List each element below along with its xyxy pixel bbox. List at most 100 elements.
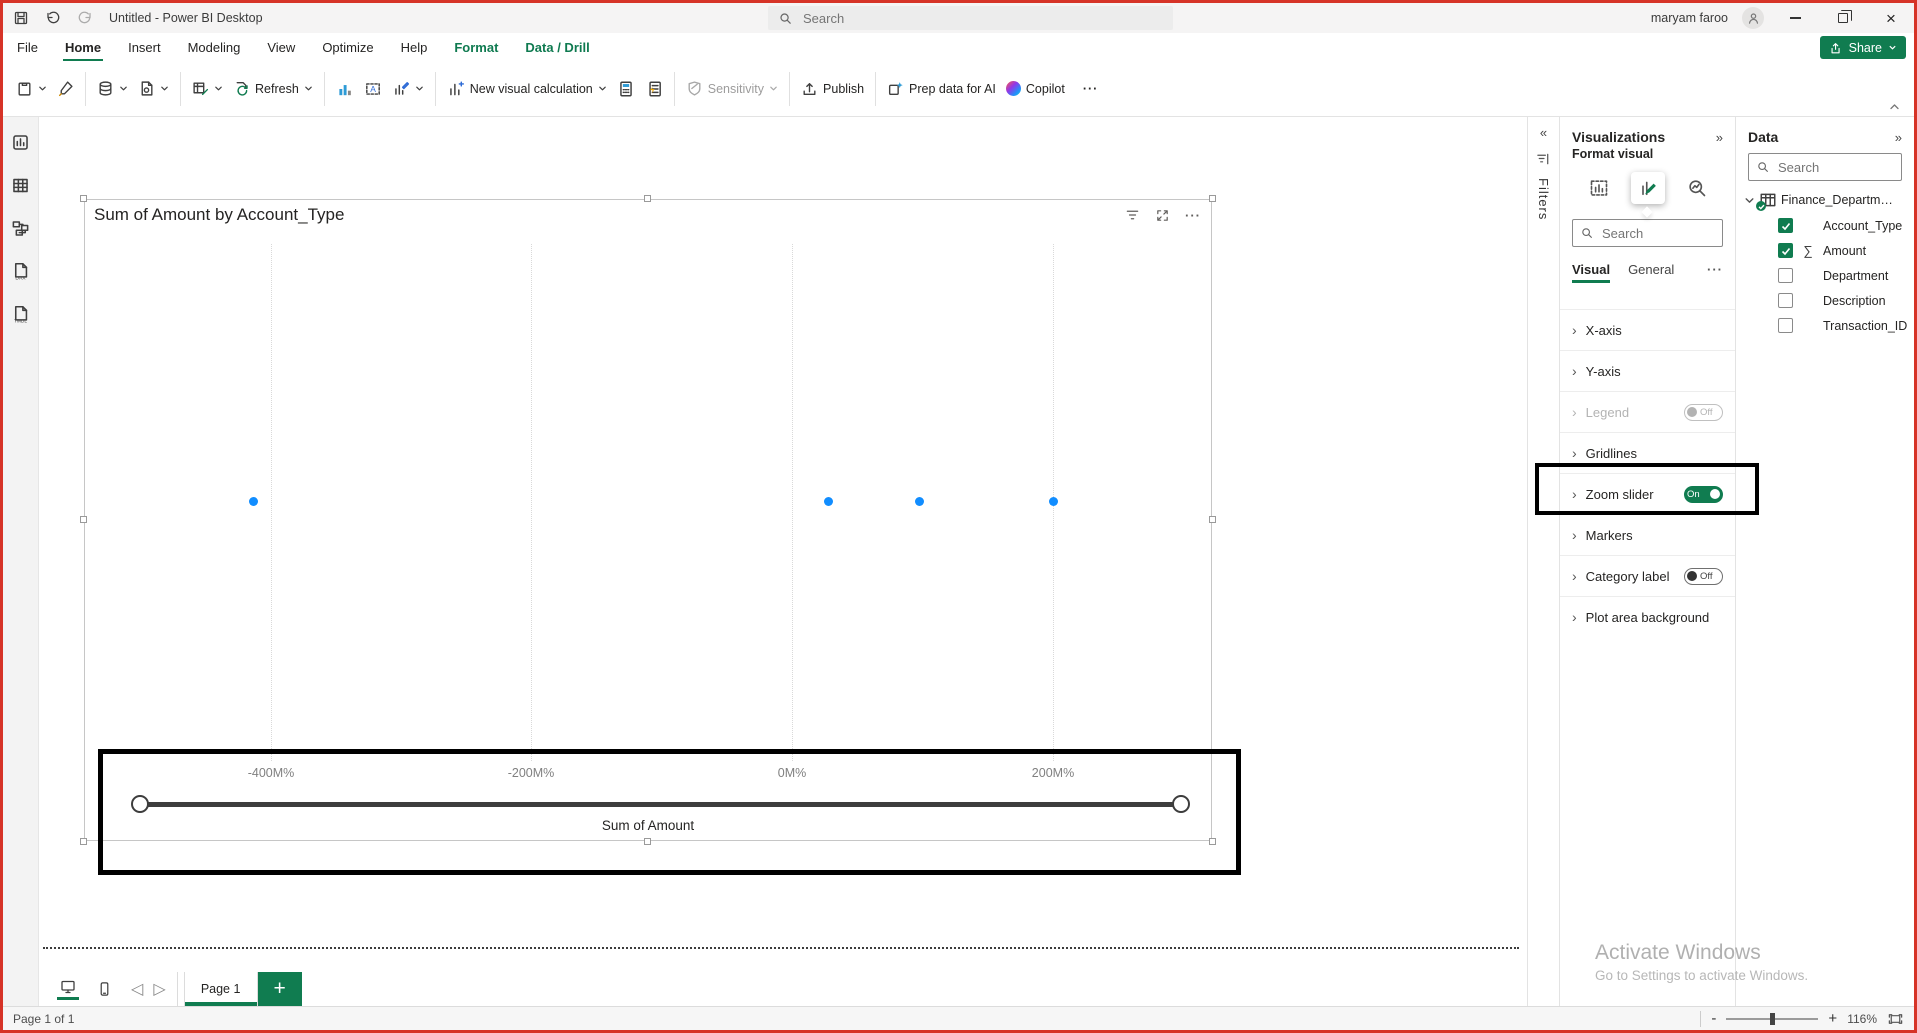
calculator-button[interactable] xyxy=(612,73,640,105)
field-row-account-type[interactable]: Account_Type xyxy=(1736,213,1914,238)
data-point[interactable] xyxy=(915,497,924,506)
checkbox-checked[interactable] xyxy=(1778,218,1793,233)
resize-handle[interactable] xyxy=(80,516,87,523)
model-view-icon[interactable] xyxy=(11,219,30,238)
global-search-box[interactable] xyxy=(768,6,1173,30)
tab-visual[interactable]: Visual xyxy=(1572,262,1610,277)
data-search-box[interactable] xyxy=(1748,153,1902,181)
visual-filter-icon[interactable] xyxy=(1125,209,1140,222)
previous-page-button[interactable]: ◁ xyxy=(131,979,143,999)
scatter-visual[interactable]: Sum of Amount by Account_Type ··· -400M%… xyxy=(84,199,1212,841)
section-plot-area-background[interactable]: › Plot area background xyxy=(1560,596,1735,637)
field-row-transaction-id[interactable]: Transaction_ID xyxy=(1736,313,1914,338)
visual-more-options-icon[interactable]: ··· xyxy=(1185,211,1201,221)
quick-measure-button[interactable] xyxy=(640,73,668,105)
format-visual-icon[interactable] xyxy=(1631,172,1665,204)
format-tabs-more-icon[interactable]: ··· xyxy=(1707,262,1723,277)
new-page-button[interactable]: + xyxy=(258,972,302,1006)
collapse-visualizations-icon[interactable]: » xyxy=(1716,130,1723,145)
resize-handle[interactable] xyxy=(1209,195,1216,202)
blank-query-button[interactable] xyxy=(133,73,174,104)
menu-help[interactable]: Help xyxy=(401,40,428,55)
category-label-toggle-off[interactable]: Off xyxy=(1684,568,1723,585)
search-input[interactable] xyxy=(801,10,1163,27)
menu-insert[interactable]: Insert xyxy=(128,40,161,55)
legend-toggle-off[interactable]: Off xyxy=(1684,404,1723,421)
undo-icon[interactable] xyxy=(45,10,61,26)
resize-handle[interactable] xyxy=(644,195,651,202)
report-view-icon[interactable] xyxy=(11,133,30,152)
collapse-data-icon[interactable]: » xyxy=(1895,130,1902,145)
section-markers[interactable]: › Markers xyxy=(1560,514,1735,555)
get-data-button[interactable] xyxy=(92,73,133,104)
menu-view[interactable]: View xyxy=(267,40,295,55)
minimize-button[interactable] xyxy=(1778,4,1812,32)
menu-home[interactable]: Home xyxy=(65,40,101,55)
transform-data-button[interactable] xyxy=(187,73,228,104)
resize-handle[interactable] xyxy=(80,195,87,202)
format-search-box[interactable] xyxy=(1572,219,1723,247)
tab-general[interactable]: General xyxy=(1628,262,1674,277)
resize-handle[interactable] xyxy=(80,838,87,845)
publish-button[interactable]: Publish xyxy=(796,73,869,104)
next-page-button[interactable]: ▷ xyxy=(153,979,165,999)
text-box-button[interactable]: A xyxy=(359,73,387,105)
format-painter-button[interactable] xyxy=(52,73,79,104)
dax-query-view-icon[interactable]: DAX xyxy=(11,262,30,281)
table-view-icon[interactable] xyxy=(11,176,30,195)
paste-button[interactable] xyxy=(11,73,52,104)
zoom-slider[interactable] xyxy=(1726,1018,1818,1020)
zoom-in-button[interactable]: + xyxy=(1828,1010,1837,1027)
refresh-button[interactable]: Refresh xyxy=(228,73,318,104)
redo-icon[interactable] xyxy=(77,10,93,26)
menu-format[interactable]: Format xyxy=(454,40,498,55)
filters-pane-label[interactable]: Filters xyxy=(1536,178,1551,220)
section-legend[interactable]: › Legend Off xyxy=(1560,391,1735,432)
checkbox-unchecked[interactable] xyxy=(1778,318,1793,333)
checkbox-checked[interactable] xyxy=(1778,243,1793,258)
menu-optimize[interactable]: Optimize xyxy=(322,40,373,55)
new-visual-calculation-button[interactable]: New visual calculation xyxy=(442,73,612,105)
save-icon[interactable] xyxy=(13,10,29,26)
data-point[interactable] xyxy=(824,497,833,506)
close-button[interactable]: × xyxy=(1874,4,1908,32)
section-x-axis[interactable]: › X-axis xyxy=(1560,309,1735,350)
filter-icon[interactable] xyxy=(1536,152,1551,166)
user-avatar[interactable] xyxy=(1742,7,1764,29)
data-point[interactable] xyxy=(1049,497,1058,506)
focus-mode-icon[interactable] xyxy=(1155,208,1170,223)
menu-data-drill[interactable]: Data / Drill xyxy=(525,40,589,55)
expand-filters-icon[interactable]: « xyxy=(1540,125,1547,140)
ribbon-more-button[interactable]: ··· xyxy=(1078,75,1104,103)
collapse-ribbon-button[interactable] xyxy=(1889,103,1900,111)
data-point[interactable] xyxy=(249,497,258,506)
field-row-department[interactable]: Department xyxy=(1736,263,1914,288)
analytics-icon[interactable] xyxy=(1680,172,1714,204)
section-y-axis[interactable]: › Y-axis xyxy=(1560,350,1735,391)
copilot-button[interactable]: Copilot xyxy=(1001,74,1070,103)
menu-modeling[interactable]: Modeling xyxy=(188,40,241,55)
share-button[interactable]: Share xyxy=(1820,36,1906,59)
data-search-input[interactable] xyxy=(1776,159,1894,176)
tmdl-view-icon[interactable]: TMDL xyxy=(11,305,30,324)
page-tab[interactable]: Page 1 xyxy=(184,972,258,1006)
new-visual-button[interactable] xyxy=(331,73,359,105)
desktop-view-button[interactable] xyxy=(57,979,79,1000)
checkbox-unchecked[interactable] xyxy=(1778,293,1793,308)
field-row-description[interactable]: Description xyxy=(1736,288,1914,313)
checkbox-unchecked[interactable] xyxy=(1778,268,1793,283)
table-row[interactable]: Finance_Department_... xyxy=(1736,187,1914,213)
field-row-amount[interactable]: ∑ Amount xyxy=(1736,238,1914,263)
zoom-slider-knob[interactable] xyxy=(1770,1013,1775,1025)
section-category-label[interactable]: › Category label Off xyxy=(1560,555,1735,596)
more-visuals-button[interactable] xyxy=(387,73,429,105)
format-search-input[interactable] xyxy=(1600,225,1715,242)
menu-file[interactable]: File xyxy=(17,40,38,55)
mobile-view-button[interactable] xyxy=(97,981,112,997)
zoom-out-button[interactable]: - xyxy=(1711,1010,1716,1027)
prep-data-for-ai-button[interactable]: Prep data for AI xyxy=(882,73,1001,104)
build-visual-icon[interactable] xyxy=(1582,172,1616,204)
resize-handle[interactable] xyxy=(1209,516,1216,523)
fit-to-page-icon[interactable] xyxy=(1887,1012,1904,1026)
restore-button[interactable] xyxy=(1826,4,1860,32)
